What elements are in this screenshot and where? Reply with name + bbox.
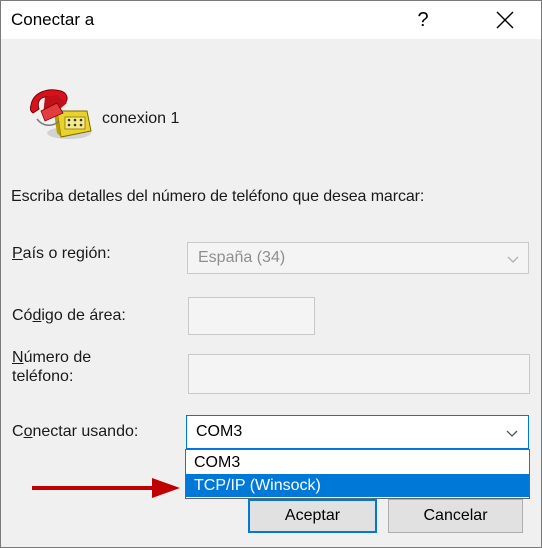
country-label-post: aís o región: <box>22 245 111 262</box>
phone-number-input[interactable] <box>188 354 530 394</box>
cancel-button[interactable]: Cancelar <box>388 499 523 533</box>
dialog-title: Conectar a <box>11 10 95 29</box>
area-code-input[interactable] <box>188 297 315 335</box>
connect-using-label: Conectar usando: <box>12 423 138 441</box>
connect-using-label-pre: C <box>12 423 24 440</box>
close-button[interactable] <box>469 1 541 39</box>
connection-name: conexion 1 <box>102 110 180 127</box>
close-icon <box>496 11 514 29</box>
country-label: País o región: <box>12 245 111 263</box>
dropdown-option-tcpip[interactable]: TCP/IP (Winsock) <box>186 474 529 497</box>
phone-label-line1: úmero de <box>23 349 92 366</box>
instructions-text: Escriba detalles del número de teléfono … <box>11 188 425 205</box>
help-button[interactable]: ? <box>397 1 449 39</box>
phone-number-label: Número de teléfono: <box>12 348 91 386</box>
phone-icon <box>29 89 92 139</box>
chevron-down-icon <box>507 256 519 263</box>
country-label-accel: P <box>12 245 23 262</box>
area-code-label: Código de área: <box>12 307 126 325</box>
connect-dialog: Conectar a ? conexion 1 Escriba detalles… <box>0 0 542 548</box>
area-code-label-post: igo de área: <box>41 307 126 324</box>
red-arrow-annotation <box>32 478 180 498</box>
chevron-down-icon[interactable] <box>506 430 518 438</box>
title-bar: Conectar a ? <box>1 1 541 39</box>
phone-label-line2: teléfono: <box>12 368 74 385</box>
connect-using-value: COM3 <box>196 423 243 440</box>
help-icon: ? <box>417 8 429 31</box>
connect-using-dropdown-list: COM3 TCP/IP (Winsock) <box>185 449 530 499</box>
connect-using-select[interactable]: COM3 <box>186 415 529 449</box>
connect-using-label-post: nectar usando: <box>32 423 139 440</box>
dropdown-option-com3[interactable]: COM3 <box>186 451 529 474</box>
ok-button[interactable]: Aceptar <box>248 499 377 533</box>
country-select[interactable]: España (34) <box>187 242 529 274</box>
country-value: España (34) <box>198 249 286 266</box>
area-code-label-pre: Có <box>12 307 33 324</box>
phone-label-accel: N <box>12 349 24 366</box>
